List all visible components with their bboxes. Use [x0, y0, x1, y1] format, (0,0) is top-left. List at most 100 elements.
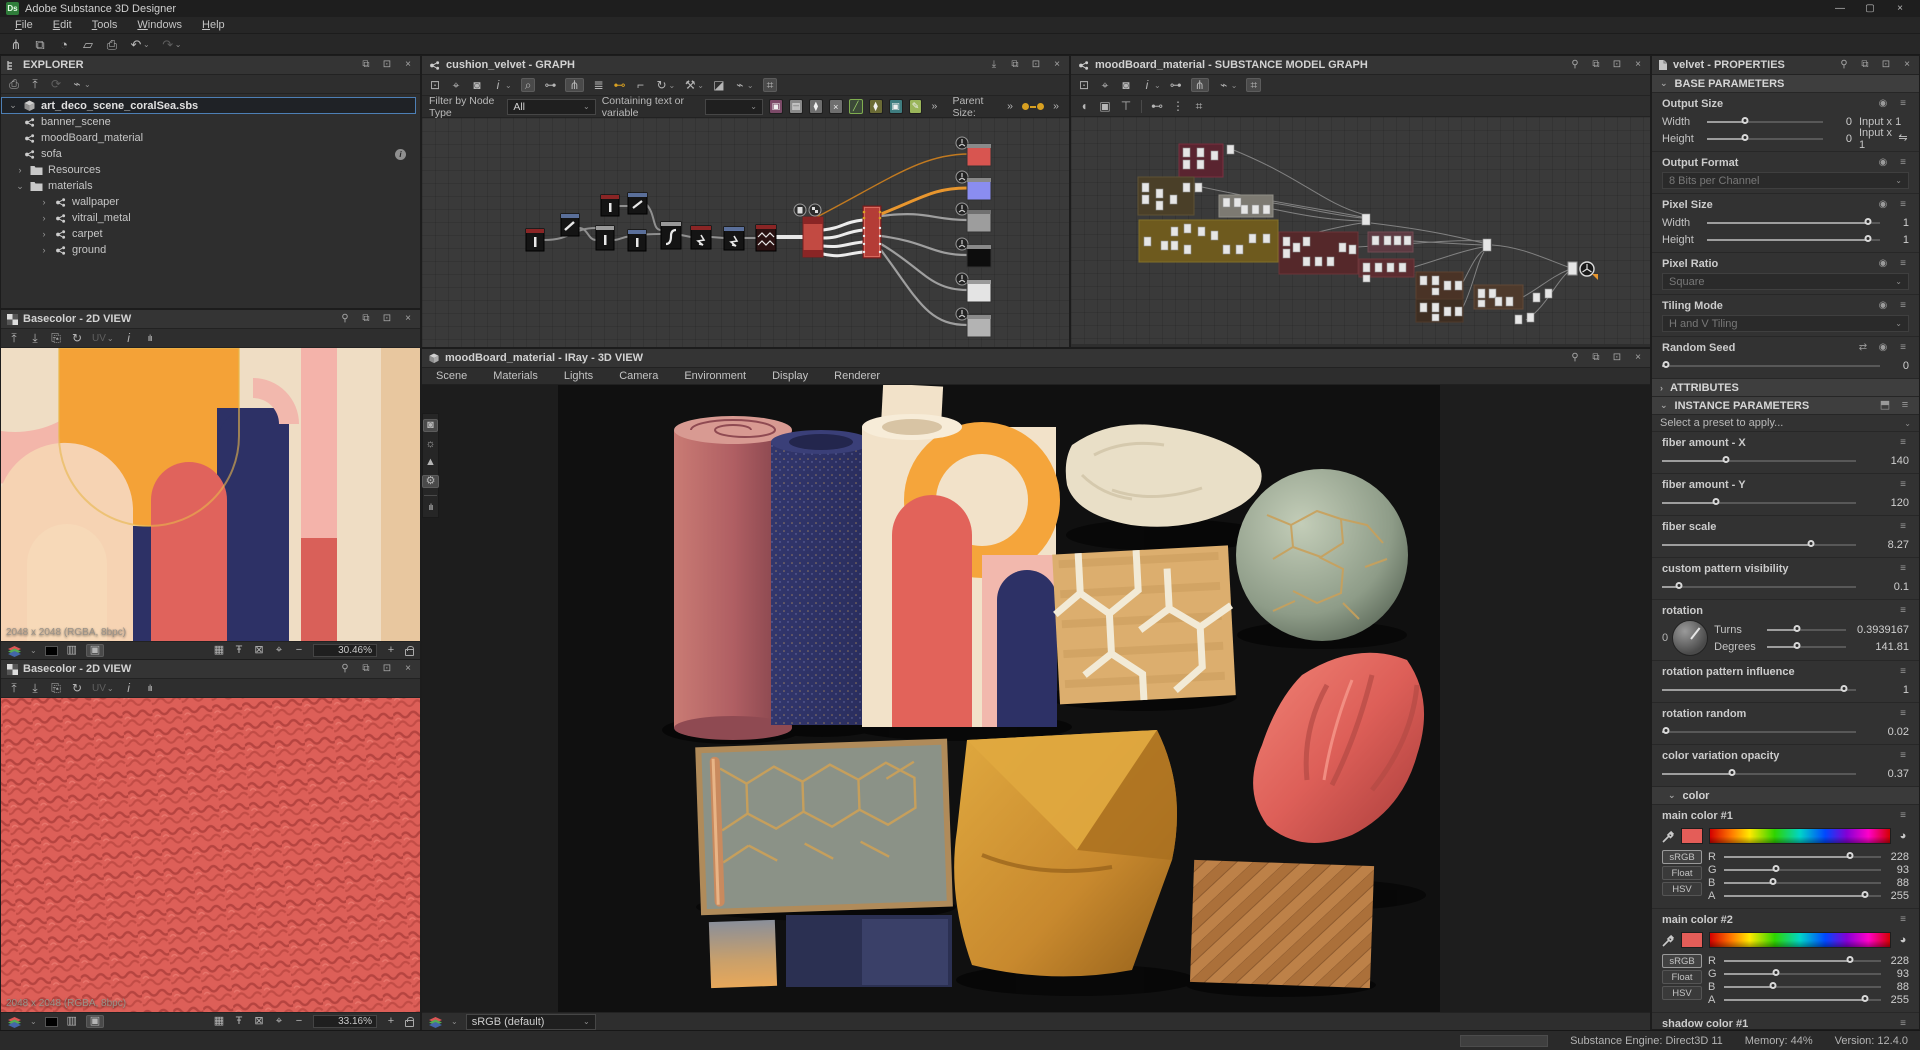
- float-panel-icon[interactable]: ⧉: [1859, 60, 1871, 70]
- menu-edit[interactable]: Edit: [44, 18, 81, 32]
- node-finder-icon[interactable]: ⋔: [1191, 78, 1209, 92]
- fiber-y-slider[interactable]: [1662, 496, 1856, 510]
- maximize-panel-icon[interactable]: ⊡: [1880, 60, 1892, 70]
- menu-camera[interactable]: Camera: [619, 370, 658, 382]
- hue-gradient-bar[interactable]: [1709, 932, 1891, 948]
- tree-item-vitrail-metal[interactable]: › vitrail_metal: [1, 210, 420, 226]
- base-parameters-section[interactable]: ⌄ BASE PARAMETERS: [1652, 75, 1919, 93]
- filter-texture-button[interactable]: ▣: [889, 99, 903, 114]
- pixel-size-icon[interactable]: Ŧ: [233, 1016, 245, 1027]
- pixel-width-slider[interactable]: [1707, 216, 1880, 230]
- more-icon[interactable]: »: [1050, 101, 1062, 112]
- camera-icon[interactable]: ◙: [423, 419, 438, 432]
- environment-icon[interactable]: ▲: [425, 457, 437, 468]
- param-menu-icon[interactable]: ≡: [1897, 200, 1909, 210]
- columns-icon[interactable]: ▥: [66, 1016, 78, 1027]
- zoom-level-field[interactable]: 30.46%: [313, 644, 377, 657]
- blue-slider[interactable]: [1724, 980, 1881, 994]
- light-icon[interactable]: ☼: [425, 439, 437, 450]
- menu-renderer[interactable]: Renderer: [834, 370, 880, 382]
- param-menu-icon[interactable]: ≡: [1897, 915, 1909, 925]
- menu-display[interactable]: Display: [772, 370, 808, 382]
- clean-graph-icon[interactable]: ⌁: [1218, 79, 1230, 91]
- save-package-icon[interactable]: ⎙: [8, 78, 20, 90]
- channels-icon[interactable]: [7, 645, 22, 657]
- instance-parameters-section[interactable]: ⌄ INSTANCE PARAMETERS ⬒≡: [1652, 397, 1919, 415]
- close-panel-icon[interactable]: ×: [1632, 353, 1644, 363]
- redo-dropdown-icon[interactable]: ⌄: [175, 40, 182, 49]
- random-seed-slider[interactable]: [1662, 359, 1880, 373]
- menu-windows[interactable]: Windows: [128, 18, 191, 32]
- pin-panel-icon[interactable]: ⚲: [1569, 353, 1581, 363]
- tree-item-resources[interactable]: › Resources: [1, 162, 420, 178]
- filter-paper-button[interactable]: ▤: [789, 99, 803, 114]
- float-panel-icon[interactable]: ⧉: [1590, 60, 1602, 70]
- pixel-height-slider[interactable]: [1707, 233, 1880, 247]
- frame-node-icon[interactable]: ⌗: [1193, 100, 1205, 112]
- filter-shuffle-button[interactable]: ×: [829, 99, 843, 114]
- red-slider[interactable]: [1724, 954, 1881, 968]
- param-menu-icon[interactable]: ≡: [1897, 606, 1909, 616]
- background-swatch[interactable]: [45, 1017, 58, 1027]
- tiling-mode-select[interactable]: H and V Tiling⌄: [1662, 315, 1909, 332]
- rotation-dial[interactable]: [1672, 620, 1708, 656]
- dot-connection-icon[interactable]: ⊷: [614, 79, 626, 91]
- close-panel-icon[interactable]: ×: [402, 664, 414, 674]
- link-editors-icon[interactable]: ⧉: [34, 38, 46, 51]
- tree-item-sofa[interactable]: sofa i: [1, 146, 420, 162]
- center-view-icon[interactable]: ⌖: [273, 1016, 285, 1027]
- frame-all-icon[interactable]: ⊡: [1078, 79, 1090, 91]
- basecolor-image-artdeco[interactable]: 2048 x 2048 (RGBA, 8bpc): [1, 348, 420, 641]
- filter-drop-button[interactable]: ⧫: [809, 99, 823, 114]
- menu-scene[interactable]: Scene: [436, 370, 467, 382]
- tree-item-carpet[interactable]: › carpet: [1, 226, 420, 242]
- maximize-button[interactable]: ▢: [1864, 4, 1876, 14]
- copy-image-icon[interactable]: ⎘: [50, 682, 62, 694]
- param-menu-icon[interactable]: ≡: [1897, 259, 1909, 269]
- param-menu-icon[interactable]: ≡: [1897, 811, 1909, 821]
- pan-icon[interactable]: ⌖: [450, 79, 462, 91]
- param-menu-icon[interactable]: ≡: [1897, 343, 1909, 353]
- zoom-level-field[interactable]: 33.16%: [313, 1015, 377, 1028]
- float-mode-button[interactable]: Float: [1662, 970, 1702, 984]
- custom-visibility-slider[interactable]: [1662, 580, 1856, 594]
- hsv-mode-button[interactable]: HSV: [1662, 986, 1702, 1000]
- expose-icon[interactable]: ◉: [1877, 200, 1889, 210]
- lock-icon[interactable]: [405, 1020, 414, 1027]
- tools-icon[interactable]: ⚒: [684, 79, 696, 91]
- eyedropper-icon[interactable]: [1662, 830, 1675, 843]
- basecolor-image-velvet[interactable]: 2048 x 2048 (RGBA, 8bpc): [1, 698, 420, 1012]
- output-format-select[interactable]: 8 Bits per Channel⌄: [1662, 172, 1909, 189]
- green-slider[interactable]: [1724, 967, 1881, 981]
- info-mode-icon[interactable]: i: [492, 79, 504, 91]
- screenshot-icon[interactable]: ◙: [471, 79, 483, 91]
- node-finder-icon[interactable]: ⋔: [565, 78, 583, 92]
- export-image-icon[interactable]: ⤒: [8, 332, 20, 344]
- center-view-icon[interactable]: ⌖: [273, 645, 285, 656]
- pin-panel-icon[interactable]: ⚲: [339, 664, 351, 674]
- menu-tools[interactable]: Tools: [83, 18, 127, 32]
- tree-item-moodboard-material[interactable]: moodBoard_material: [1, 130, 420, 146]
- columns-icon[interactable]: ▥: [66, 645, 78, 656]
- menu-environment[interactable]: Environment: [684, 370, 746, 382]
- zoom-in-icon[interactable]: +: [385, 645, 397, 656]
- screenshot-icon[interactable]: ◙: [1120, 79, 1132, 91]
- grid-icon[interactable]: ▦: [213, 1016, 225, 1027]
- tree-item-ground[interactable]: › ground: [1, 242, 420, 258]
- expose-icon[interactable]: ◉: [1877, 343, 1889, 353]
- align-nodes-icon[interactable]: ⋮: [1172, 100, 1184, 112]
- float-mode-button[interactable]: Float: [1662, 866, 1702, 880]
- close-panel-icon[interactable]: ×: [1051, 60, 1063, 70]
- channels-icon[interactable]: [7, 1016, 22, 1028]
- reload-image-icon[interactable]: ↻: [71, 682, 83, 694]
- maximize-panel-icon[interactable]: ⊡: [1611, 353, 1623, 363]
- save-image-icon[interactable]: ⤓: [29, 332, 41, 344]
- rotation-influence-slider[interactable]: [1662, 683, 1856, 697]
- preset-icon[interactable]: ⬒: [1879, 400, 1891, 411]
- output-width-slider[interactable]: [1707, 115, 1823, 129]
- switch-engine-icon[interactable]: ⋔: [10, 38, 22, 51]
- rotation-random-slider[interactable]: [1662, 725, 1856, 739]
- reload-image-icon[interactable]: ↻: [71, 332, 83, 344]
- param-menu-icon[interactable]: ≡: [1897, 667, 1909, 677]
- refresh-icon[interactable]: ⟳: [50, 78, 62, 90]
